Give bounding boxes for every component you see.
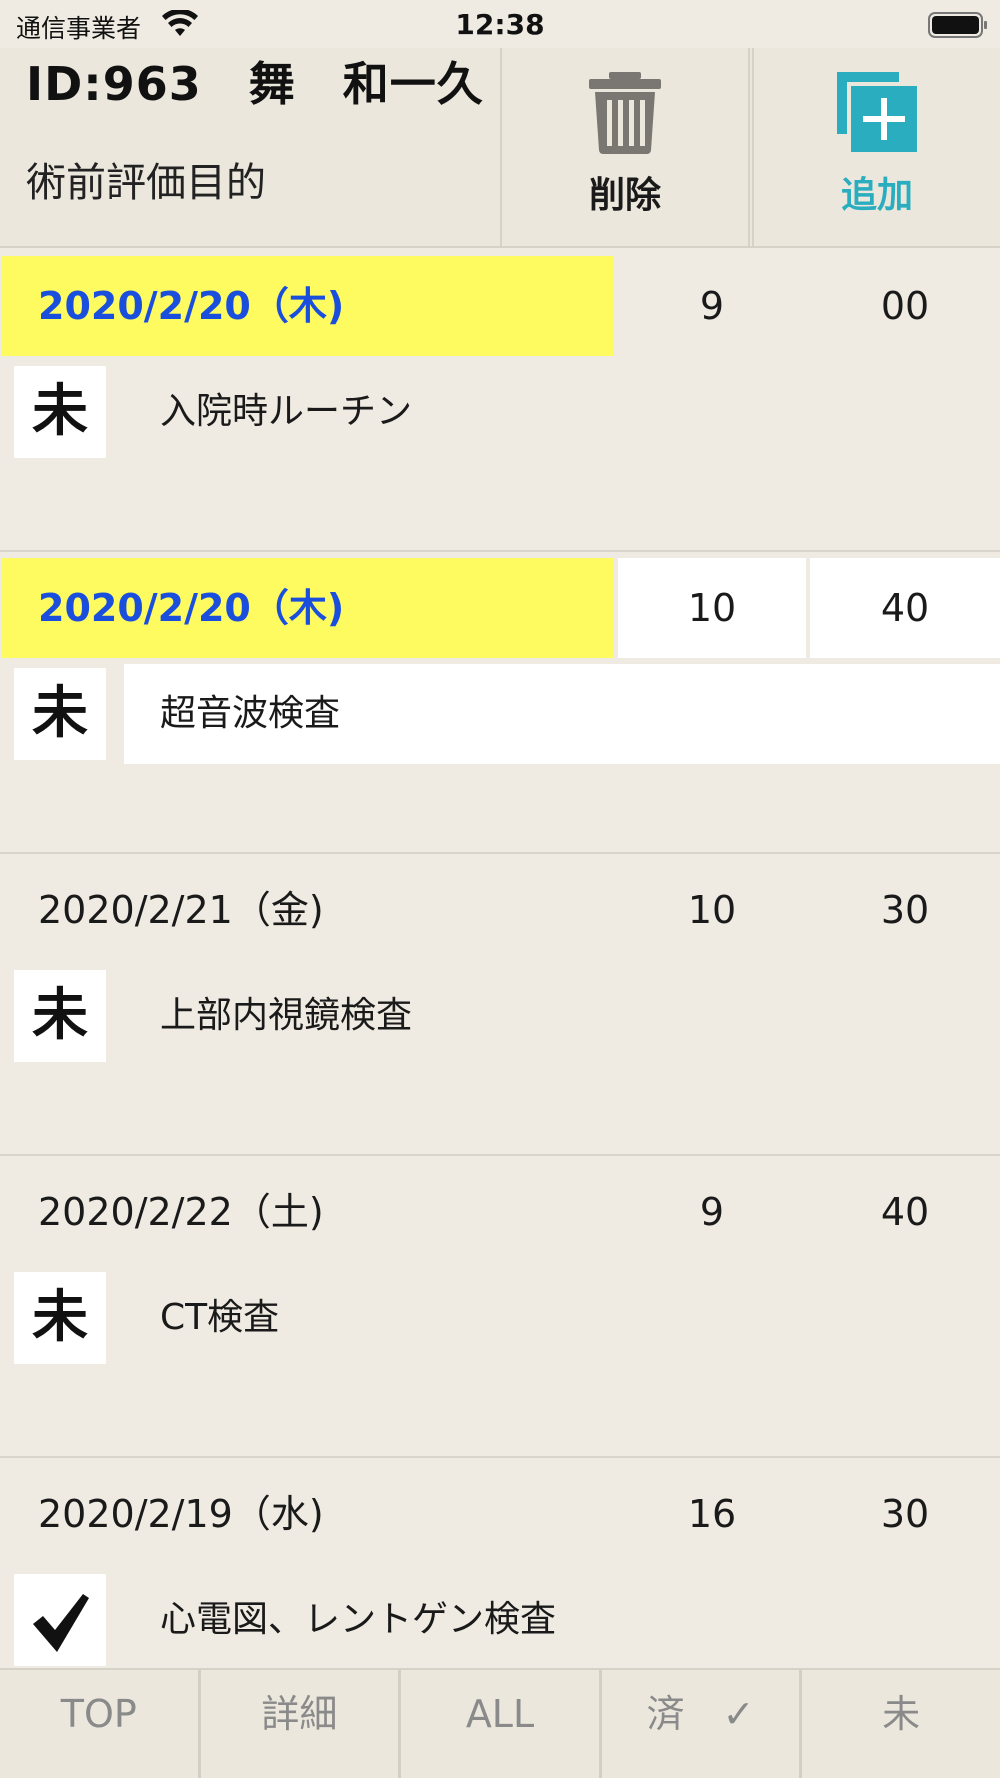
- hour-cell[interactable]: 9: [618, 1162, 806, 1262]
- list-item[interactable]: 2020/2/20（木) 9 00 未 入院時ルーチン: [0, 250, 1000, 552]
- patient-id: ID:963 舞 和一久: [26, 57, 484, 111]
- status-toggle[interactable]: 未: [14, 970, 106, 1062]
- date-cell[interactable]: 2020/2/20（木): [2, 256, 614, 356]
- add-copy-icon: [837, 72, 917, 152]
- delete-label: 削除: [588, 175, 661, 216]
- delete-button[interactable]: 削除: [500, 48, 750, 246]
- hour-cell[interactable]: 10: [618, 860, 806, 960]
- status-toggle[interactable]: 未: [14, 366, 106, 458]
- minute-cell[interactable]: 40: [810, 1162, 1000, 1262]
- date-cell[interactable]: 2020/2/19（水): [2, 1464, 614, 1564]
- task-cell[interactable]: 上部内視鏡検査: [124, 966, 1000, 1066]
- trash-icon: [589, 72, 661, 154]
- list-item[interactable]: 2020/2/22（土) 9 40 未 CT検査: [0, 1156, 1000, 1458]
- add-button[interactable]: 追加: [752, 48, 1000, 246]
- task-cell[interactable]: 入院時ルーチン: [124, 362, 1000, 462]
- minute-cell[interactable]: 00: [810, 256, 1000, 356]
- status-bar: 通信事業者 12:38: [0, 0, 1000, 48]
- tab-all[interactable]: ALL: [401, 1670, 602, 1778]
- checkmark-icon: [33, 1594, 89, 1652]
- schedule-list: 2020/2/20（木) 9 00 未 入院時ルーチン 2020/2/20（木)…: [0, 250, 1000, 1668]
- clock: 12:38: [455, 8, 545, 41]
- task-cell[interactable]: 超音波検査: [124, 664, 1000, 764]
- tab-top[interactable]: TOP: [0, 1670, 201, 1778]
- task-cell[interactable]: CT検査: [124, 1268, 1000, 1368]
- tab-bar: TOP 詳細 ALL 済 ✓ 未: [0, 1668, 1000, 1778]
- minute-cell[interactable]: 30: [810, 860, 1000, 960]
- status-toggle[interactable]: [14, 1574, 106, 1666]
- tab-done[interactable]: 済 ✓: [601, 1670, 803, 1778]
- tab-pending[interactable]: 未: [802, 1670, 1000, 1778]
- header: ID:963 舞 和一久 術前評価目的 削除 追加: [0, 48, 1000, 248]
- minute-cell[interactable]: 40: [810, 558, 1000, 658]
- purpose-label: 術前評価目的: [26, 160, 266, 206]
- status-toggle[interactable]: 未: [14, 1272, 106, 1364]
- list-item[interactable]: 2020/2/19（水) 16 30 心電図、レントゲン検査: [0, 1458, 1000, 1668]
- list-item[interactable]: 2020/2/21（金) 10 30 未 上部内視鏡検査: [0, 854, 1000, 1156]
- status-toggle[interactable]: 未: [14, 668, 106, 760]
- screen: 通信事業者 12:38 ID:963 舞 和一久 術前評価目的 削除 追加 20…: [0, 0, 1000, 1778]
- hour-cell[interactable]: 9: [618, 256, 806, 356]
- battery-icon: [928, 12, 987, 38]
- hour-cell[interactable]: 16: [618, 1464, 806, 1564]
- date-cell[interactable]: 2020/2/22（土): [2, 1162, 614, 1262]
- date-cell[interactable]: 2020/2/21（金): [2, 860, 614, 960]
- tab-detail[interactable]: 詳細: [200, 1670, 402, 1778]
- minute-cell[interactable]: 30: [810, 1464, 1000, 1564]
- task-cell[interactable]: 心電図、レントゲン検査: [124, 1570, 1000, 1668]
- list-item[interactable]: 2020/2/20（木) 10 40 未 超音波検査: [0, 552, 1000, 854]
- hour-cell[interactable]: 10: [618, 558, 806, 658]
- date-cell[interactable]: 2020/2/20（木): [2, 558, 614, 658]
- add-label: 追加: [840, 175, 913, 216]
